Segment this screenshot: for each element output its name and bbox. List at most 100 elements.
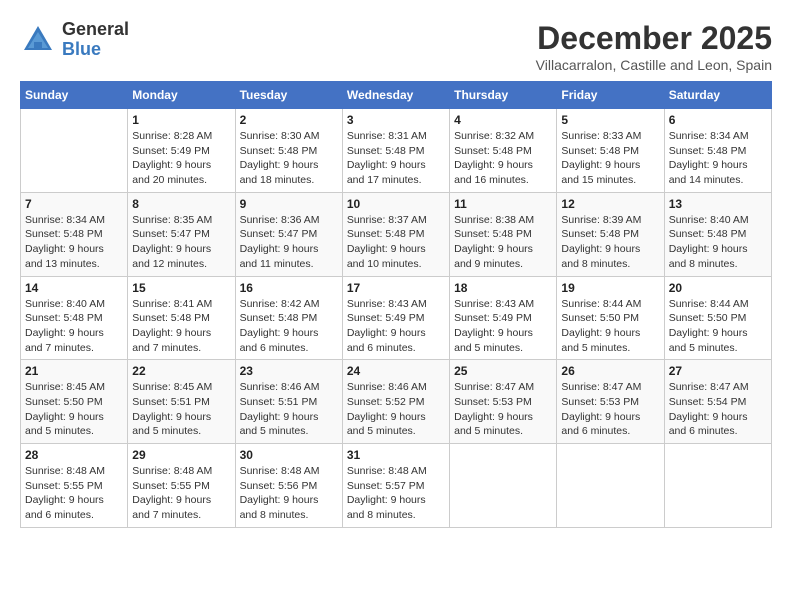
day-info: Sunrise: 8:28 AMSunset: 5:49 PMDaylight:… [132,129,230,188]
day-number: 31 [347,448,445,462]
calendar-cell: 10 Sunrise: 8:37 AMSunset: 5:48 PMDayligh… [342,192,449,276]
day-info: Sunrise: 8:48 AMSunset: 5:56 PMDaylight:… [240,464,338,523]
calendar-cell: 4Sunrise: 8:32 AMSunset: 5:48 PMDaylight… [450,109,557,193]
day-info: Sunrise: 8:47 AMSunset: 5:53 PMDaylight:… [561,380,659,439]
calendar-week-row: 14 Sunrise: 8:40 AMSunset: 5:48 PMDayligh… [21,276,772,360]
calendar-week-row: 1 Sunrise: 8:28 AMSunset: 5:49 PMDaylight… [21,109,772,193]
day-number: 25 [454,364,552,378]
day-info: Sunrise: 8:48 AMSunset: 5:55 PMDaylight:… [132,464,230,523]
calendar-cell: 20 Sunrise: 8:44 AMSunset: 5:50 PMDayligh… [664,276,771,360]
day-number: 9 [240,197,338,211]
day-info: Sunrise: 8:43 AMSunset: 5:49 PMDaylight:… [347,297,445,356]
calendar-cell: 26 Sunrise: 8:47 AMSunset: 5:53 PMDayligh… [557,360,664,444]
day-number: 16 [240,281,338,295]
calendar-cell: 7 Sunrise: 8:34 AMSunset: 5:48 PMDaylight… [21,192,128,276]
calendar-cell: 21 Sunrise: 8:45 AMSunset: 5:50 PMDayligh… [21,360,128,444]
calendar-cell: 5 Sunrise: 8:33 AMSunset: 5:48 PMDaylight… [557,109,664,193]
day-number: 5 [561,113,659,127]
day-number: 17 [347,281,445,295]
calendar-cell [21,109,128,193]
day-info: Sunrise: 8:39 AMSunset: 5:48 PMDaylight:… [561,213,659,272]
calendar-cell: 15 Sunrise: 8:41 AMSunset: 5:48 PMDayligh… [128,276,235,360]
day-of-week-header: Friday [557,82,664,109]
calendar-cell: 19Sunrise: 8:44 AMSunset: 5:50 PMDayligh… [557,276,664,360]
day-number: 12 [561,197,659,211]
calendar-week-row: 7 Sunrise: 8:34 AMSunset: 5:48 PMDaylight… [21,192,772,276]
calendar-cell: 9 Sunrise: 8:36 AMSunset: 5:47 PMDaylight… [235,192,342,276]
day-info: Sunrise: 8:47 AMSunset: 5:53 PMDaylight:… [454,380,552,439]
day-info: Sunrise: 8:40 AMSunset: 5:48 PMDaylight:… [25,297,123,356]
day-info: Sunrise: 8:35 AMSunset: 5:47 PMDaylight:… [132,213,230,272]
logo-text: General Blue [62,20,129,60]
day-number: 8 [132,197,230,211]
calendar-cell [664,444,771,528]
day-number: 2 [240,113,338,127]
calendar-cell: 6Sunrise: 8:34 AMSunset: 5:48 PMDaylight… [664,109,771,193]
calendar-header-row: SundayMondayTuesdayWednesdayThursdayFrid… [21,82,772,109]
day-info: Sunrise: 8:46 AMSunset: 5:52 PMDaylight:… [347,380,445,439]
calendar-cell: 29 Sunrise: 8:48 AMSunset: 5:55 PMDayligh… [128,444,235,528]
calendar-cell: 1 Sunrise: 8:28 AMSunset: 5:49 PMDaylight… [128,109,235,193]
calendar-cell: 2Sunrise: 8:30 AMSunset: 5:48 PMDaylight… [235,109,342,193]
day-info: Sunrise: 8:48 AMSunset: 5:55 PMDaylight:… [25,464,123,523]
calendar-cell: 13Sunrise: 8:40 AMSunset: 5:48 PMDayligh… [664,192,771,276]
day-number: 22 [132,364,230,378]
day-number: 21 [25,364,123,378]
day-info: Sunrise: 8:31 AMSunset: 5:48 PMDaylight:… [347,129,445,188]
location: Villacarralon, Castille and Leon, Spain [536,57,772,73]
calendar-cell: 28 Sunrise: 8:48 AMSunset: 5:55 PMDayligh… [21,444,128,528]
day-info: Sunrise: 8:45 AMSunset: 5:51 PMDaylight:… [132,380,230,439]
calendar-cell: 25 Sunrise: 8:47 AMSunset: 5:53 PMDayligh… [450,360,557,444]
day-of-week-header: Saturday [664,82,771,109]
day-info: Sunrise: 8:36 AMSunset: 5:47 PMDaylight:… [240,213,338,272]
calendar-cell: 18 Sunrise: 8:43 AMSunset: 5:49 PMDayligh… [450,276,557,360]
calendar-cell: 14 Sunrise: 8:40 AMSunset: 5:48 PMDayligh… [21,276,128,360]
day-info: Sunrise: 8:38 AMSunset: 5:48 PMDaylight:… [454,213,552,272]
logo-icon [20,22,56,58]
calendar-cell: 11 Sunrise: 8:38 AMSunset: 5:48 PMDayligh… [450,192,557,276]
day-info: Sunrise: 8:44 AMSunset: 5:50 PMDaylight:… [669,297,767,356]
logo-general-text: General [62,19,129,39]
day-number: 30 [240,448,338,462]
day-info: Sunrise: 8:45 AMSunset: 5:50 PMDaylight:… [25,380,123,439]
day-info: Sunrise: 8:37 AMSunset: 5:48 PMDaylight:… [347,213,445,272]
day-number: 1 [132,113,230,127]
day-number: 29 [132,448,230,462]
day-info: Sunrise: 8:43 AMSunset: 5:49 PMDaylight:… [454,297,552,356]
calendar-cell: 31Sunrise: 8:48 AMSunset: 5:57 PMDayligh… [342,444,449,528]
day-number: 19 [561,281,659,295]
day-of-week-header: Tuesday [235,82,342,109]
day-info: Sunrise: 8:33 AMSunset: 5:48 PMDaylight:… [561,129,659,188]
calendar-cell: 22 Sunrise: 8:45 AMSunset: 5:51 PMDayligh… [128,360,235,444]
day-number: 26 [561,364,659,378]
calendar-cell [450,444,557,528]
logo-blue-text: Blue [62,39,101,59]
day-number: 20 [669,281,767,295]
calendar-week-row: 21 Sunrise: 8:45 AMSunset: 5:50 PMDayligh… [21,360,772,444]
day-number: 27 [669,364,767,378]
day-number: 14 [25,281,123,295]
calendar-cell: 3Sunrise: 8:31 AMSunset: 5:48 PMDaylight… [342,109,449,193]
calendar-cell: 23Sunrise: 8:46 AMSunset: 5:51 PMDayligh… [235,360,342,444]
month-title: December 2025 [536,20,772,57]
calendar-cell [557,444,664,528]
day-number: 18 [454,281,552,295]
day-of-week-header: Thursday [450,82,557,109]
day-number: 10 [347,197,445,211]
day-number: 7 [25,197,123,211]
day-info: Sunrise: 8:32 AMSunset: 5:48 PMDaylight:… [454,129,552,188]
day-info: Sunrise: 8:34 AMSunset: 5:48 PMDaylight:… [25,213,123,272]
day-info: Sunrise: 8:41 AMSunset: 5:48 PMDaylight:… [132,297,230,356]
day-info: Sunrise: 8:46 AMSunset: 5:51 PMDaylight:… [240,380,338,439]
day-info: Sunrise: 8:47 AMSunset: 5:54 PMDaylight:… [669,380,767,439]
day-info: Sunrise: 8:34 AMSunset: 5:48 PMDaylight:… [669,129,767,188]
day-of-week-header: Wednesday [342,82,449,109]
day-info: Sunrise: 8:42 AMSunset: 5:48 PMDaylight:… [240,297,338,356]
day-number: 28 [25,448,123,462]
calendar-cell: 30 Sunrise: 8:48 AMSunset: 5:56 PMDayligh… [235,444,342,528]
day-number: 15 [132,281,230,295]
day-of-week-header: Monday [128,82,235,109]
calendar-cell: 16 Sunrise: 8:42 AMSunset: 5:48 PMDayligh… [235,276,342,360]
calendar-week-row: 28 Sunrise: 8:48 AMSunset: 5:55 PMDayligh… [21,444,772,528]
day-number: 11 [454,197,552,211]
